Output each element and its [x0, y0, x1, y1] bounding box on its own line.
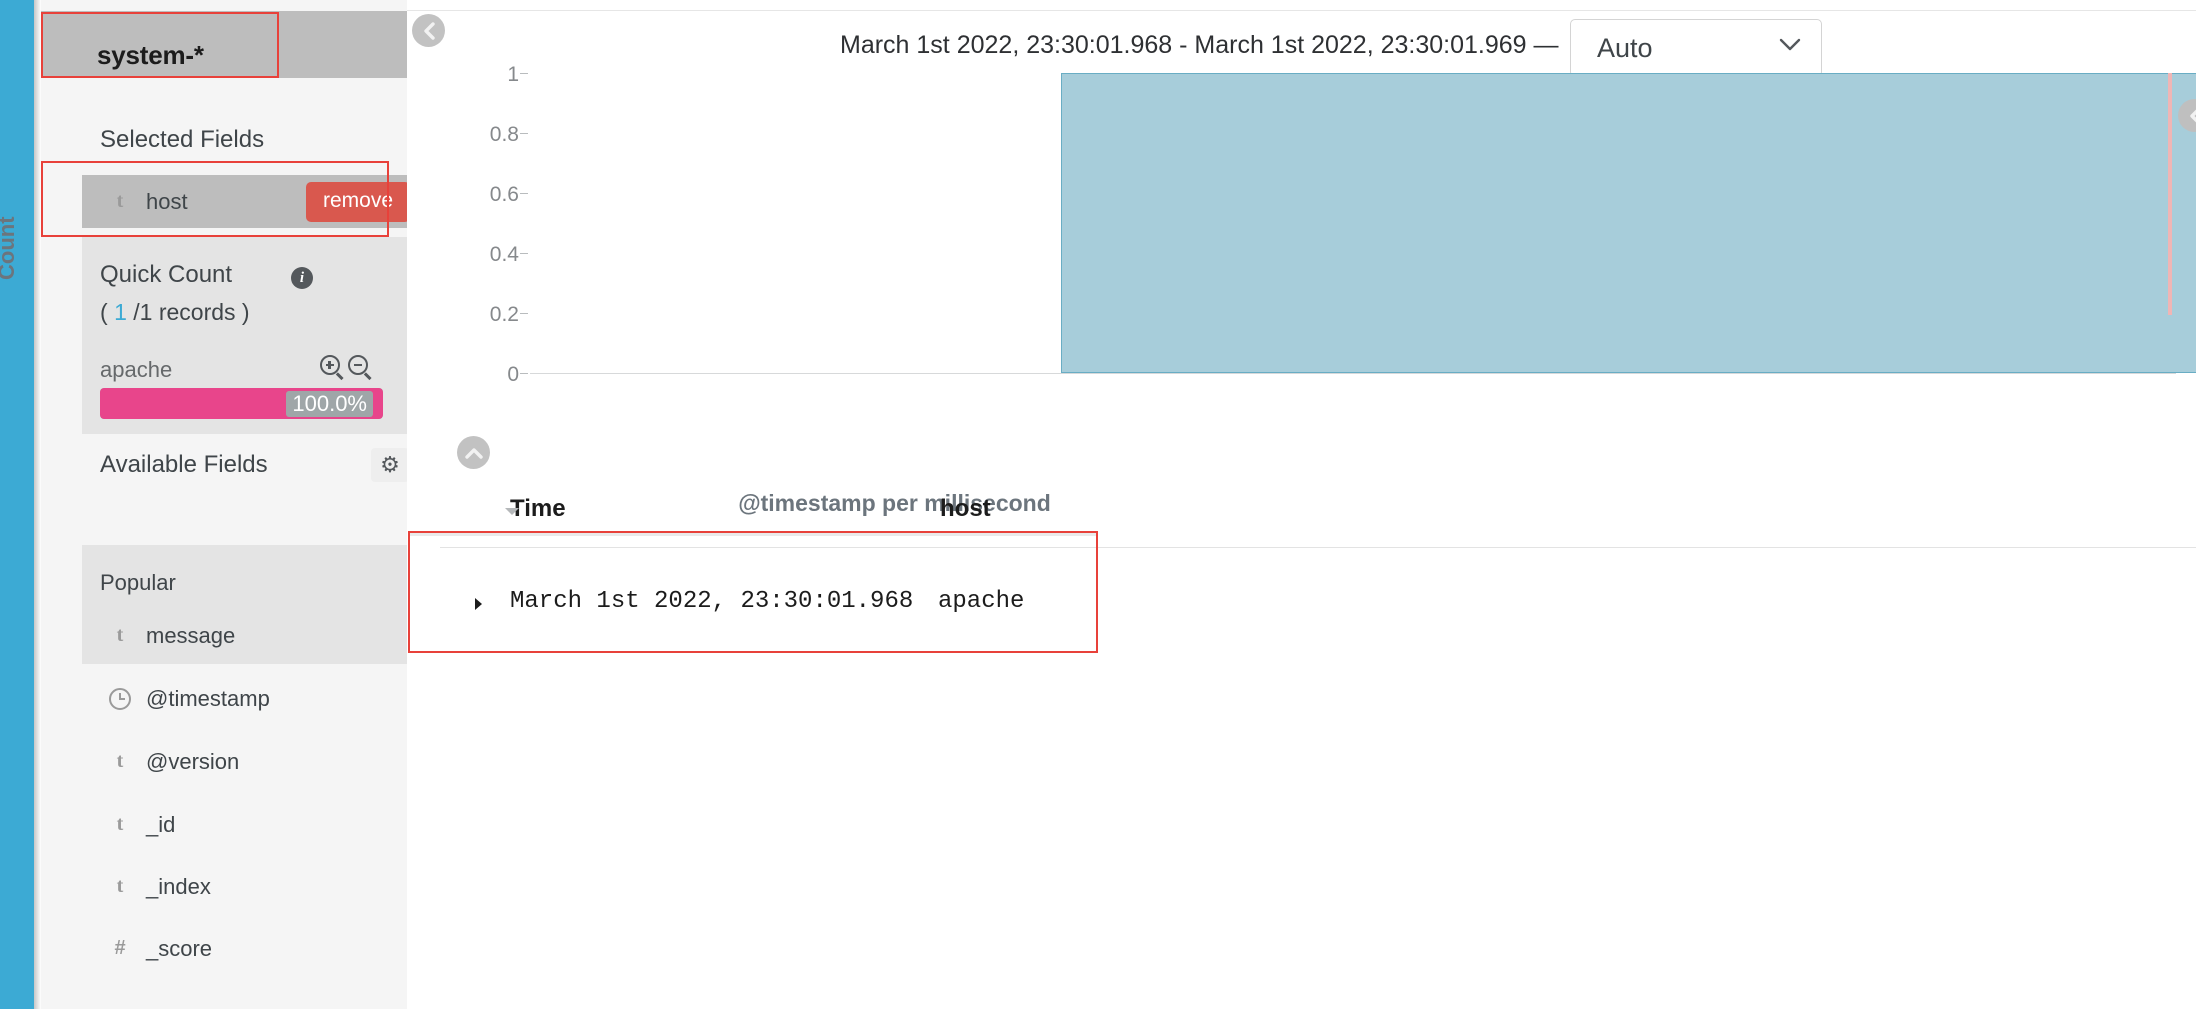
string-type-icon: t [116, 750, 124, 772]
popular-fields-label: Popular [100, 570, 176, 595]
sort-descending-caret-icon[interactable] [503, 504, 521, 522]
sidebar-field-version[interactable]: t @version [82, 735, 448, 788]
sidebar-field-label: message [146, 622, 236, 648]
histogram-bar[interactable] [1061, 73, 2196, 373]
y-tick-label: 0 [507, 363, 519, 386]
y-tick-mark [520, 313, 528, 314]
table-row[interactable]: March 1st 2022, 23:30:01.968 apache [440, 548, 2196, 664]
string-type-icon: t [116, 624, 124, 646]
y-tick-label: 0.8 [489, 123, 519, 146]
string-type-icon: t [116, 875, 124, 897]
chevron-down-icon [1779, 38, 1801, 57]
y-tick-mark [520, 253, 528, 254]
time-marker-line [2168, 73, 2172, 315]
chevron-left-icon[interactable] [412, 14, 445, 47]
expand-row-caret-icon[interactable] [472, 596, 484, 617]
topbar-divider [407, 10, 2196, 11]
chevron-up-icon[interactable] [457, 436, 490, 469]
string-type-icon: t [116, 813, 124, 835]
y-tick-mark [520, 193, 528, 194]
column-header-host[interactable]: host [940, 495, 991, 523]
y-tick-label: 1 [507, 63, 519, 86]
sidebar-field-index[interactable]: t _index [82, 860, 448, 913]
sidebar-field-label: _id [146, 811, 176, 837]
document-table: Time host March 1st 2022, 23:30:01.968 a… [440, 490, 2196, 664]
chart-y-axis-label: Count [0, 216, 19, 280]
chart-plot-area[interactable] [530, 73, 2196, 373]
chart-x-axis-line [530, 373, 2176, 374]
y-tick-label: 0.6 [489, 183, 519, 206]
document-table-header: Time host [440, 490, 2196, 548]
sidebar-field-label: @version [146, 748, 240, 774]
number-type-icon: # [114, 937, 126, 959]
y-tick-mark [520, 373, 528, 374]
y-tick-mark [520, 133, 528, 134]
sidebar-field-id[interactable]: t _id [82, 798, 448, 851]
interval-select-value: Auto [1597, 32, 1653, 63]
histogram-chart: Count 1 0.8 0.6 0.4 0.2 0 @timestamp per… [0, 60, 2196, 516]
sidebar-field-score[interactable]: # _score [82, 922, 448, 975]
sidebar-field-label: _score [146, 935, 213, 961]
cell-time: March 1st 2022, 23:30:01.968 [510, 588, 914, 615]
row-top-divider [410, 533, 1096, 536]
y-tick-mark [520, 73, 528, 74]
time-range-label: March 1st 2022, 23:30:01.968 - March 1st… [840, 31, 1559, 59]
sidebar-field-message[interactable]: t message [82, 609, 448, 662]
y-tick-label: 0.2 [489, 303, 519, 326]
cell-host: apache [938, 588, 1025, 615]
sidebar-field-label: _index [146, 873, 211, 899]
clock-icon [105, 687, 135, 710]
y-tick-label: 0.4 [489, 243, 519, 266]
kibana-discover-page: system-* Selected Fields t host remove Q… [0, 0, 2196, 1009]
sidebar-field-timestamp[interactable]: @timestamp [82, 672, 448, 725]
sidebar-field-label: @timestamp [146, 685, 270, 711]
